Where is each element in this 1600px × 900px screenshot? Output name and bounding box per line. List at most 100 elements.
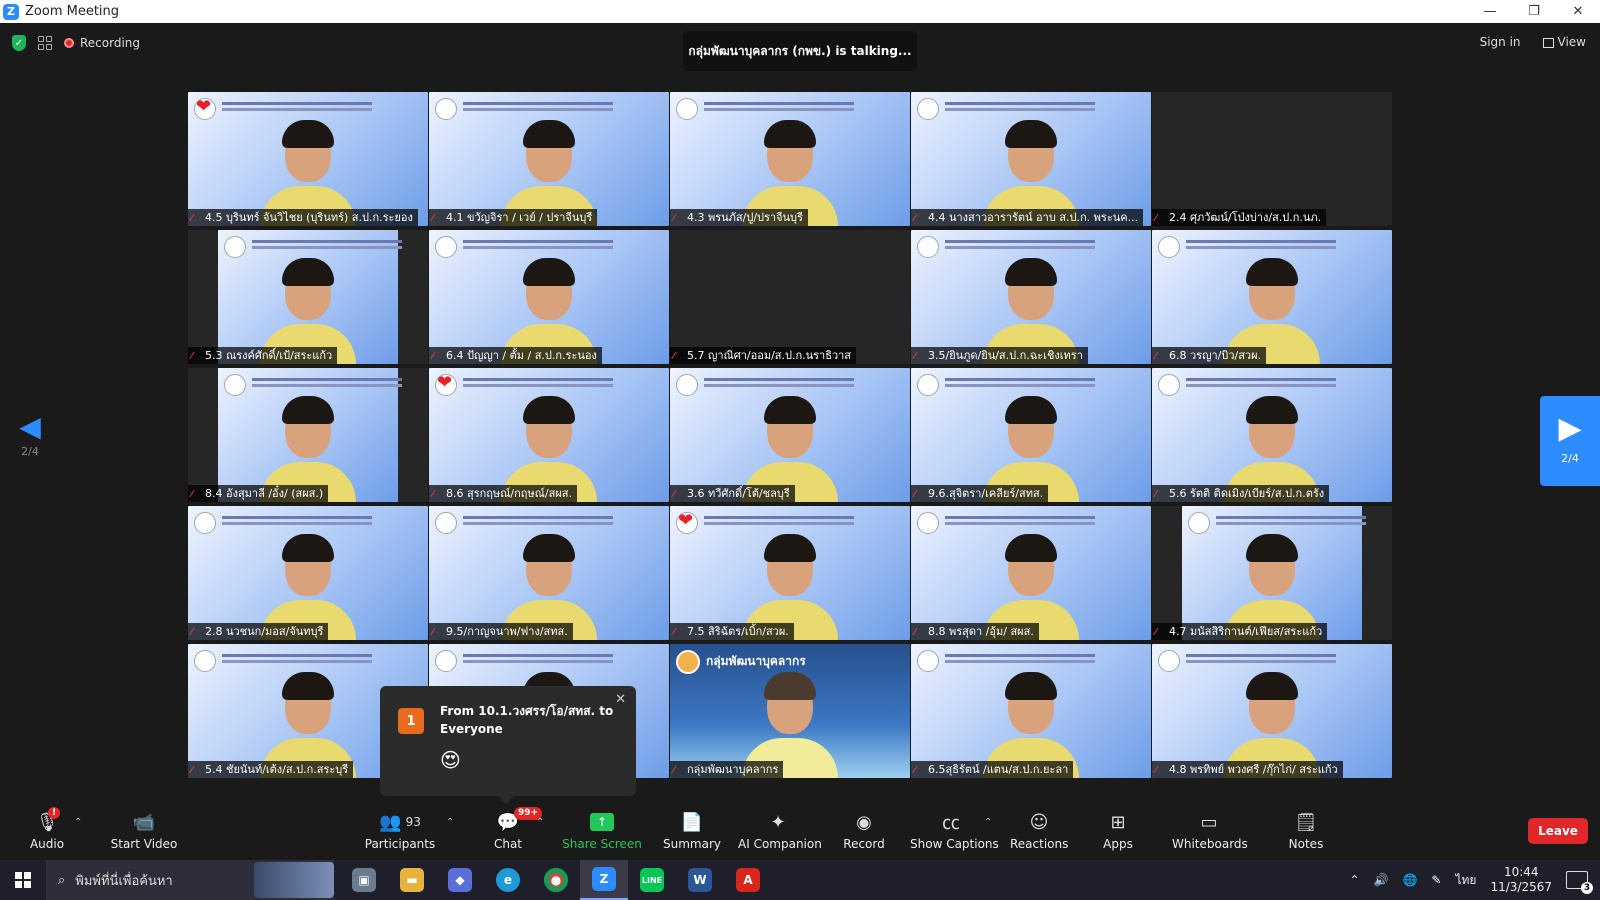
participant-tile[interactable]: ⁄ 5.6 รัตติ ติดเมิง/เบียร์/ส.ป.ก.ตรัง [1152, 368, 1392, 502]
participant-name: 9.5/กาญจนาพ/ฟาง/สทส. [446, 625, 568, 638]
reactions-button[interactable]: ☺ Reactions [1010, 809, 1068, 857]
search-highlight-image [254, 862, 334, 898]
taskbar-search-box[interactable]: ⌕ พิมพ์ที่นี่เพื่อค้นหา [46, 860, 334, 900]
agency-seal-icon [435, 236, 457, 258]
participant-tile[interactable]: ⁄ 2.4 ศุภวัฒน์/โป่งบ่าง/ส.ป.ก.นภ. [1152, 92, 1392, 226]
whiteboards-button[interactable]: ▭ Whiteboards [1172, 809, 1248, 857]
banner-text-lines [252, 240, 402, 243]
show-hidden-icons-chevron-icon[interactable]: ⌃ [1349, 873, 1359, 887]
notes-button[interactable]: 🗒 Notes [1286, 809, 1326, 857]
participant-tile[interactable]: ⁄ 3.5/ยินภูด/ยิน/ส.ป.ก.ฉะเชิงเทรา [911, 230, 1151, 364]
participant-tile[interactable]: ⁄ 9.6.สุจิตรา/เคลียร์/สทส. [911, 368, 1151, 502]
notification-count: 3 [1581, 882, 1593, 894]
participant-name-label: ⁄ 8.8 พรสุดา /อุ้ม/ สผส. [911, 623, 1039, 640]
participant-tile[interactable]: ⁄ 4.3 พรนภัส/ปู/ปราจีนบุรี [670, 92, 910, 226]
speaker-icon[interactable]: 🔊 [1374, 873, 1389, 887]
participant-tile[interactable]: ⁄ 5.3 ณรงค์ศักดิ์/เป้/สระแก้ว [188, 230, 428, 364]
participant-tile[interactable]: ⁄ 4.7 มนัสสิริกานต์/เฟียส/สระแก้ว [1152, 506, 1392, 640]
captions-options-caret[interactable]: ⌃ [984, 817, 992, 828]
pen-icon[interactable]: ✎ [1431, 873, 1441, 887]
audio-button[interactable]: 🎙 ! Audio [22, 807, 72, 857]
leave-button[interactable]: Leave [1528, 818, 1588, 844]
participants-options-caret[interactable]: ⌃ [446, 817, 454, 828]
taskbar-app-photos[interactable]: ▣ [340, 860, 388, 900]
taskbar-app-word[interactable]: W [676, 860, 724, 900]
notification-center-icon[interactable]: 3 [1566, 871, 1593, 894]
taskbar-app-edge[interactable]: e [484, 860, 532, 900]
muted-microphone-icon: ⁄ [673, 351, 675, 362]
participant-name-label: ⁄ 6.5สุธิรัตน์ /แตน/ส.ป.ก.ยะลา [911, 761, 1074, 778]
participant-name-label: ⁄ 5.7 ญาณิศา/ออม/ส.ป.ก.นราธิวาส [670, 347, 857, 364]
agency-seal-icon [917, 236, 939, 258]
participant-tile[interactable]: กลุ่มพัฒนาบุคลากร ⁄ กลุ่มพัฒนาบุคลากร [670, 644, 910, 778]
participant-tile[interactable]: ❤ ⁄ 8.6 สุรกฤษณ์/กฤษณ์/สผส. [429, 368, 669, 502]
participant-name: 5.6 รัตติ ติดเมิง/เบียร์/ส.ป.ก.ตรัง [1169, 487, 1325, 500]
show-captions-button[interactable]: ㏄ Show Captions [910, 809, 999, 857]
participant-tile[interactable]: ❤ ⁄ 4.5 บุรินทร์ จันวิไชย (บุรินทร์) ส.ป.ก… [188, 92, 428, 226]
whiteboard-icon: ▭ [1200, 811, 1218, 833]
banner-text-lines [1186, 378, 1336, 381]
ai-companion-button[interactable]: ✦ AI Companion [738, 809, 822, 857]
participant-tile[interactable]: ⁄ 4.1 ขวัญจิรา / เวย์ / ปราจีนบุรี [429, 92, 669, 226]
taskbar-app-line[interactable]: LINE [628, 860, 676, 900]
minimize-button[interactable]: — [1468, 0, 1512, 23]
participant-tile[interactable]: ⁄ 6.4 ปัญญา / ตั้ม / ส.ป.ก.ระนอง [429, 230, 669, 364]
participant-name: 2.8 นวชนก/มอส/จันทบุรี [205, 625, 324, 638]
chat-button[interactable]: 💬 99+ Chat [488, 807, 543, 857]
start-video-button[interactable]: 📹 Start Video [104, 809, 184, 857]
muted-microphone-icon: ⁄ [914, 489, 916, 500]
participants-button[interactable]: 👥 93 Participants [360, 809, 440, 857]
previous-page-button[interactable]: ◀ 2/4 [18, 413, 42, 459]
audio-alert-badge: ! [48, 807, 60, 819]
audio-options-caret[interactable]: ⌃ [74, 817, 82, 828]
record-button[interactable]: ◉ Record [842, 809, 886, 857]
apps-button[interactable]: ⊞ Apps [1100, 809, 1136, 857]
participant-tile[interactable]: ❤ ⁄ 7.5 สิริฉัตร/เบิ้ก/สวผ. [670, 506, 910, 640]
sign-in-link[interactable]: Sign in [1480, 35, 1521, 49]
participant-name-label: ⁄ 6.8 วรญา/บิว/สวผ. [1152, 347, 1267, 364]
meeting-info-grid-icon[interactable] [38, 36, 52, 50]
share-screen-button[interactable]: ↑ Share Screen [562, 809, 642, 857]
participant-tile[interactable]: ⁄ 3.6 ทวีศักดิ์/โต้/ชลบุรี [670, 368, 910, 502]
muted-microphone-icon: ⁄ [191, 765, 193, 776]
participant-tile[interactable]: ⁄ 2.8 นวชนก/มอส/จันทบุรี [188, 506, 428, 640]
participant-video-frame [218, 230, 402, 364]
taskbar-app-zoom[interactable]: Z [580, 860, 628, 900]
taskbar-app-copilot[interactable]: ◆ [436, 860, 484, 900]
network-globe-icon[interactable]: 🌐 [1402, 873, 1417, 887]
agency-seal-icon [1188, 512, 1210, 534]
summary-button[interactable]: 📄 Summary [662, 809, 722, 857]
chat-options-caret[interactable]: ⌃ [536, 817, 544, 828]
participant-tile[interactable]: ⁄ 4.8 พรทิพย์ พวงศรี /กุ๊กไก่/ สระแก้ว [1152, 644, 1392, 778]
participant-name-label: ⁄ 4.7 มนัสสิริกานต์/เฟียส/สระแก้ว [1152, 623, 1328, 640]
muted-microphone-icon: ⁄ [432, 213, 434, 224]
participant-name-label: ⁄ 4.5 บุรินทร์ จันวิไชย (บุรินทร์) ส.ป.ก.… [188, 209, 418, 226]
recording-indicator[interactable]: Recording [64, 36, 140, 50]
close-window-button[interactable]: ✕ [1556, 0, 1600, 23]
chat-popup-close-button[interactable]: ✕ [615, 692, 626, 707]
input-language[interactable]: ไทย [1455, 871, 1476, 890]
taskbar-clock[interactable]: 10:44 11/3/2567 [1490, 865, 1552, 895]
start-button[interactable] [0, 860, 46, 900]
participant-tile[interactable]: ⁄ 8.8 พรสุดา /อุ้ม/ สผส. [911, 506, 1151, 640]
participant-tile[interactable]: ⁄ 6.5สุธิรัตน์ /แตน/ส.ป.ก.ยะลา [911, 644, 1151, 778]
taskbar-app-file-explorer[interactable]: ▬ [388, 860, 436, 900]
participant-tile[interactable]: ⁄ 6.8 วรญา/บิว/สวผ. [1152, 230, 1392, 364]
muted-microphone-icon: ⁄ [1155, 351, 1157, 362]
participant-name-label: ⁄ 4.8 พรทิพย์ พวงศรี /กุ๊กไก่/ สระแก้ว [1152, 761, 1343, 778]
chat-notification-popup[interactable]: 1 From 10.1.วงศรร/โอ/สทส. to Everyone 😍 … [380, 686, 636, 804]
maximize-button[interactable]: ❐ [1512, 0, 1556, 23]
view-button[interactable]: View [1542, 35, 1586, 49]
participant-tile[interactable]: ⁄ 9.5/กาญจนาพ/ฟาง/สทส. [429, 506, 669, 640]
participant-name: 2.4 ศุภวัฒน์/โป่งบ่าง/ส.ป.ก.นภ. [1169, 211, 1322, 224]
participant-tile[interactable]: ⁄ 8.4 อังสุมาลี /อั๋ง/ (สผส.) [188, 368, 428, 502]
taskbar-app-chrome[interactable]: ● [532, 860, 580, 900]
windows-taskbar: ⌕ พิมพ์ที่นี่เพื่อค้นหา ▣ ▬ ◆ e ● Z LINE… [0, 860, 1600, 900]
participant-name: 6.5สุธิรัตน์ /แตน/ส.ป.ก.ยะลา [928, 763, 1069, 776]
security-shield-icon[interactable]: ✓ [12, 35, 26, 51]
participant-tile[interactable]: ⁄ 5.7 ญาณิศา/ออม/ส.ป.ก.นราธิวาส [670, 230, 910, 364]
taskbar-app-acrobat[interactable]: A [724, 860, 772, 900]
participant-tile[interactable]: ⁄ 4.4 นางสาวอารารัตน์ อาบ ส.ป.ก. พระนค... [911, 92, 1151, 226]
banner-text-lines [463, 102, 613, 105]
next-page-button[interactable]: ▶ 2/4 [1540, 396, 1600, 486]
